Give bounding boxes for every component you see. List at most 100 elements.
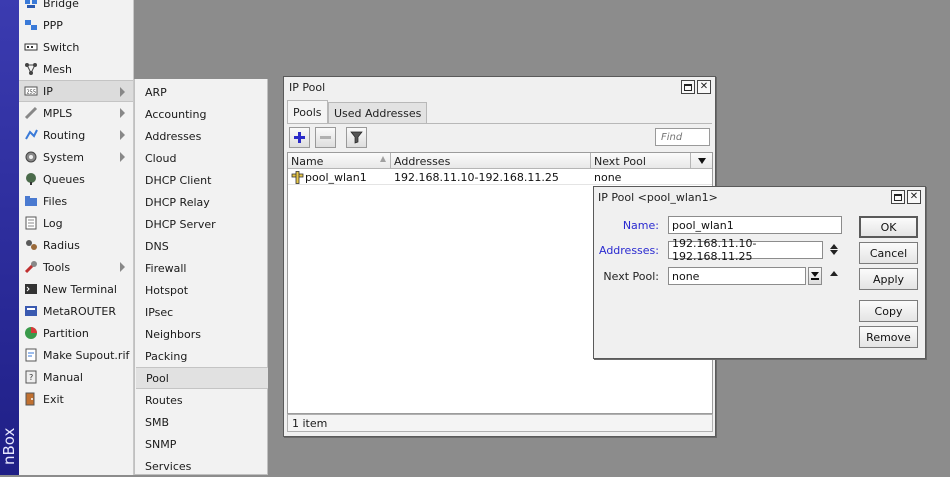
column-chooser-button[interactable] [692, 153, 712, 169]
submenu-item-firewall[interactable]: Firewall [135, 257, 267, 279]
menu-item-ip[interactable]: 255 IP [19, 80, 133, 102]
table-header: Name Addresses Next Pool [288, 153, 712, 169]
cancel-button[interactable]: Cancel [859, 242, 918, 264]
queues-icon [24, 172, 38, 186]
maximize-icon [684, 83, 692, 91]
next-pool-select[interactable]: none [668, 267, 806, 285]
remove-button[interactable] [315, 127, 336, 148]
tab-used-addresses[interactable]: Used Addresses [328, 102, 428, 123]
next-pool-dropdown-button[interactable] [808, 267, 822, 285]
manual-icon: ? [24, 370, 38, 384]
menu-item-radius[interactable]: Radius [19, 234, 133, 256]
apply-button[interactable]: Apply [859, 268, 918, 290]
column-header-next-pool[interactable]: Next Pool [591, 153, 691, 169]
dialog-maximize-button[interactable] [891, 190, 905, 204]
menu-item-switch[interactable]: Switch [19, 36, 133, 58]
menu-item-queues[interactable]: Queues [19, 168, 133, 190]
add-button[interactable] [289, 127, 310, 148]
ok-button[interactable]: OK [859, 216, 918, 238]
submenu-item-dhcp-server[interactable]: DHCP Server [135, 213, 267, 235]
sidebar-strip: nBox [0, 0, 19, 475]
cell-next-pool: none [594, 170, 690, 185]
menu-item-partition[interactable]: Partition [19, 322, 133, 344]
filter-button[interactable] [346, 127, 367, 148]
submenu-item-dhcp-relay[interactable]: DHCP Relay [135, 191, 267, 213]
terminal-icon [24, 282, 38, 296]
menu-item-files[interactable]: Files [19, 190, 133, 212]
tools-icon [24, 260, 38, 274]
column-header-addresses[interactable]: Addresses [391, 153, 591, 169]
menu-item-exit[interactable]: Exit [19, 388, 133, 410]
submenu-item-services[interactable]: Services [135, 455, 267, 477]
column-header-name[interactable]: Name [288, 153, 391, 169]
submenu-item-ipsec[interactable]: IPsec [135, 301, 267, 323]
submenu-item-dhcp-client[interactable]: DHCP Client [135, 169, 267, 191]
files-icon [24, 194, 38, 208]
remove-button[interactable]: Remove [859, 326, 918, 348]
dialog-close-button[interactable]: ✕ [907, 190, 921, 204]
ip-submenu: ARP Accounting Addresses Cloud DHCP Client DH… [134, 79, 268, 475]
tab-pools[interactable]: Pools [287, 100, 328, 123]
addresses-add-remove-stepper[interactable] [829, 244, 839, 255]
menu-item-label: Mesh [43, 62, 72, 76]
submenu-item-routes[interactable]: Routes [135, 389, 267, 411]
menu-item-ppp[interactable]: PPP [19, 14, 133, 36]
menu-item-label: Routing [43, 128, 86, 142]
minus-icon [320, 136, 331, 139]
menu-item-routing[interactable]: Routing [19, 124, 133, 146]
mesh-icon [24, 62, 38, 76]
tab-divider [287, 123, 712, 124]
menu-item-label: Radius [43, 238, 80, 252]
menu-item-label: Make Supout.rif [43, 348, 130, 362]
submenu-item-neighbors[interactable]: Neighbors [135, 323, 267, 345]
ip-icon: 255 [24, 84, 38, 98]
maximize-button[interactable] [681, 80, 695, 94]
submenu-item-packing[interactable]: Packing [135, 345, 267, 367]
table-row[interactable]: pool_wlan1 192.168.11.10-192.168.11.25 n… [288, 170, 712, 185]
cell-next-pool-text: none [594, 171, 622, 184]
menu-item-label: Log [43, 216, 63, 230]
window-title-bar[interactable]: IP Pool [284, 77, 715, 97]
maximize-icon [894, 193, 902, 201]
menu-item-system[interactable]: System [19, 146, 133, 168]
dialog-title-bar[interactable]: IP Pool <pool_wlan1> [594, 187, 925, 207]
submenu-item-arp[interactable]: ARP [135, 81, 267, 103]
menu-item-tools[interactable]: Tools [19, 256, 133, 278]
close-button[interactable]: ✕ [697, 80, 711, 94]
cell-name-text: pool_wlan1 [305, 171, 367, 184]
menu-item-new-terminal[interactable]: New Terminal [19, 278, 133, 300]
brand-text: nBox [0, 427, 18, 465]
menu-item-mesh[interactable]: Mesh [19, 58, 133, 80]
cell-name: pool_wlan1 [291, 170, 391, 185]
submenu-item-smb[interactable]: SMB [135, 411, 267, 433]
menu-item-bridge[interactable]: Bridge [19, 0, 133, 14]
status-bar: 1 item [287, 414, 713, 432]
submenu-item-accounting[interactable]: Accounting [135, 103, 267, 125]
routing-icon [24, 128, 38, 142]
submenu-item-dns[interactable]: DNS [135, 235, 267, 257]
menu-item-metarouter[interactable]: MetaROUTER [19, 300, 133, 322]
addresses-field[interactable]: 192.168.11.10-192.168.11.25 [668, 237, 823, 263]
menu-item-label: MetaROUTER [43, 304, 116, 318]
menu-item-label: System [43, 150, 85, 164]
name-field-value: pool_wlan1 [672, 218, 734, 232]
menu-item-mpls[interactable]: MPLS [19, 102, 133, 124]
submenu-item-snmp[interactable]: SNMP [135, 433, 267, 455]
submenu-item-cloud[interactable]: Cloud [135, 147, 267, 169]
name-field[interactable]: pool_wlan1 [668, 216, 842, 234]
submenu-item-pool[interactable]: Pool [136, 367, 268, 389]
submenu-item-hotspot[interactable]: Hotspot [135, 279, 267, 301]
menu-item-make-supout-rif[interactable]: Make Supout.rif [19, 344, 133, 366]
find-input[interactable] [655, 128, 710, 146]
submenu-item-addresses[interactable]: Addresses [135, 125, 267, 147]
pool-icon [291, 171, 304, 184]
filter-icon [350, 131, 363, 144]
menu-item-log[interactable]: Log [19, 212, 133, 234]
main-menu: Bridge PPP Switch Mesh 255 IP MPLS Routing Syste… [19, 0, 134, 475]
menu-item-manual[interactable]: ? Manual [19, 366, 133, 388]
copy-button[interactable]: Copy [859, 300, 918, 322]
menu-item-label: MPLS [43, 106, 73, 120]
menu-item-label: PPP [43, 18, 63, 32]
submenu-arrow-icon [120, 262, 125, 272]
next-pool-collapse-button[interactable] [829, 271, 839, 276]
